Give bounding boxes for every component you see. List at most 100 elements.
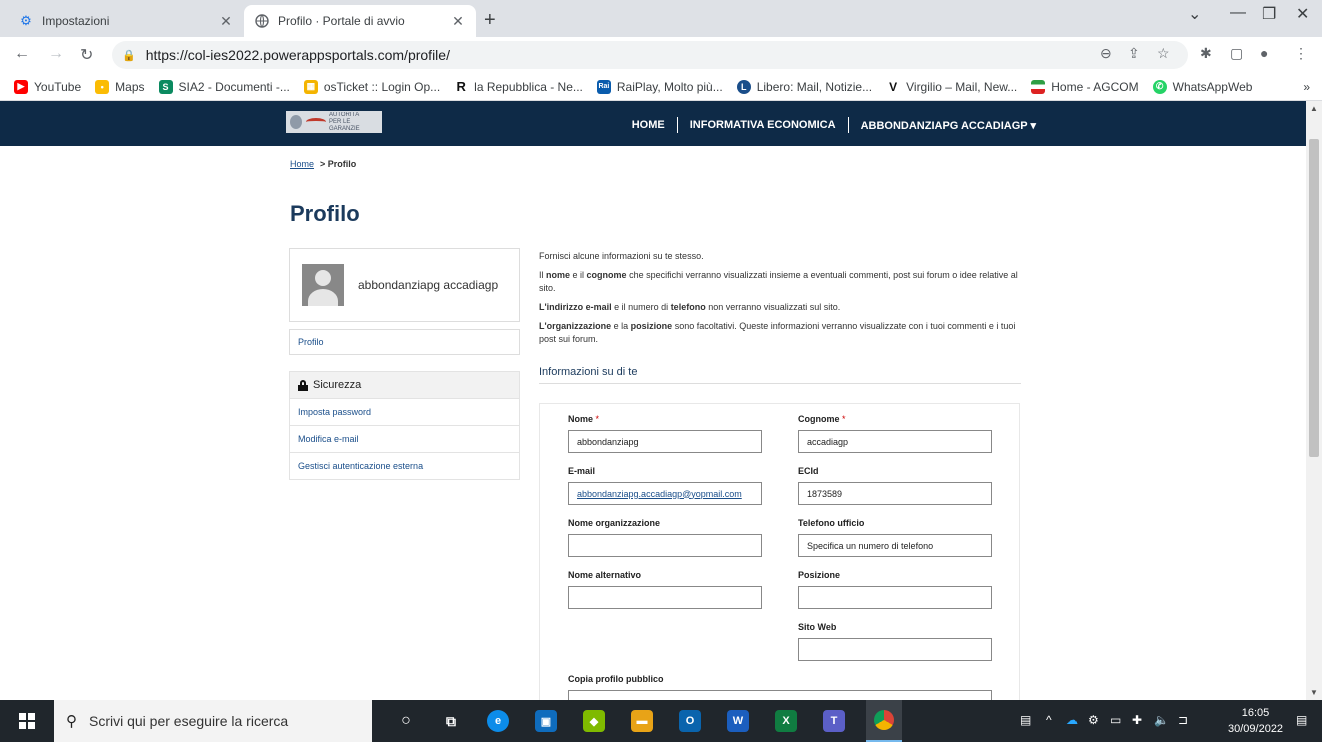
onedrive-icon[interactable]: ☁	[1066, 713, 1078, 727]
extensions-icon[interactable]: ✱	[1200, 45, 1212, 62]
menu-user-dropdown[interactable]: ABBONDANZIAPG ACCADIAGP ▾	[861, 119, 1036, 132]
tab-search-icon[interactable]: ⌄	[1188, 4, 1201, 24]
intro-line-4: L'organizzazione e la posizione sono fac…	[539, 321, 1016, 344]
new-tab-button[interactable]: +	[484, 9, 496, 32]
field-email: E-mail abbondanziapg.accadiagp@yopmail.c…	[568, 466, 762, 505]
site-navbar: AUTORITÀ PER LE GARANZIE NELLE COMUNICAZ…	[0, 101, 1306, 146]
whatsapp-icon: ✆	[1152, 79, 1167, 94]
file-explorer-icon[interactable]: ▬	[631, 710, 653, 732]
share-icon[interactable]: ⇪	[1128, 45, 1140, 62]
main-menu: HOME INFORMATIVA ECONOMICA ABBONDANZIAPG…	[632, 117, 1036, 133]
more-bookmarks-button[interactable]: »	[1303, 80, 1310, 94]
chrome-taskbar-button[interactable]	[866, 700, 902, 742]
sidebar-item-modifica-email[interactable]: Modifica e-mail	[289, 426, 520, 453]
zoom-icon[interactable]: ⊖	[1100, 45, 1112, 62]
reload-button[interactable]: ↻	[80, 45, 93, 65]
bookmarks-bar: ▶ YouTube • Maps S SIA2 - Documenti -... ▦ o…	[0, 73, 1322, 101]
maps-pin-icon: •	[95, 79, 110, 94]
sidebar-item-autenticazione-esterna[interactable]: Gestisci autenticazione esterna	[289, 453, 520, 480]
scrollbar-thumb[interactable]	[1309, 139, 1319, 457]
page-scrollbar[interactable]: ▲ ▼	[1306, 101, 1322, 700]
email-field[interactable]: abbondanziapg.accadiagp@yopmail.com	[568, 482, 762, 505]
nome-alternativo-input[interactable]	[568, 586, 762, 609]
organizzazione-input[interactable]	[568, 534, 762, 557]
bookmark-repubblica[interactable]: Rla Repubblica - Ne...	[454, 79, 583, 94]
news-icon[interactable]: ▤	[1020, 713, 1031, 727]
osticket-icon: ▦	[303, 79, 318, 94]
tray-chevron-icon[interactable]: ^	[1046, 713, 1052, 727]
minimize-button[interactable]: —	[1230, 4, 1246, 22]
bookmark-maps[interactable]: • Maps	[95, 79, 145, 94]
repubblica-icon: R	[454, 79, 469, 94]
teams-icon[interactable]: T	[823, 710, 845, 732]
edge-icon[interactable]: e	[487, 710, 509, 732]
bookmark-raiplay[interactable]: Rai RaiPlay, Molto più...	[596, 79, 723, 94]
sito-web-input[interactable]	[798, 638, 992, 661]
gear-icon: ⚙	[20, 13, 32, 28]
bookmark-whatsapp[interactable]: ✆ WhatsAppWeb	[1152, 79, 1252, 94]
tab-profilo[interactable]: Profilo · Portale di avvio ✕	[244, 5, 476, 37]
window-close-button[interactable]: ✕	[1296, 4, 1309, 24]
close-icon[interactable]: ✕	[450, 13, 466, 30]
menu-icon[interactable]: ⋮	[1294, 45, 1308, 62]
bookmark-star-icon[interactable]: ☆	[1157, 45, 1170, 62]
copia-profilo-input[interactable]	[568, 690, 992, 700]
outlook-icon[interactable]: O	[679, 710, 701, 732]
close-icon[interactable]: ✕	[218, 13, 234, 30]
field-nome-organizzazione: Nome organizzazione	[568, 518, 762, 557]
security-heading: Sicurezza	[289, 371, 520, 399]
taskbar-search[interactable]: ⚲ Scrivi qui per eseguire la ricerca	[54, 700, 372, 742]
bookmark-agcom[interactable]: Home - AGCOM	[1031, 79, 1139, 94]
sidebar-item-profilo[interactable]: Profilo	[289, 329, 520, 355]
nome-input[interactable]: abbondanziapg	[568, 430, 762, 453]
globe-icon	[254, 13, 270, 29]
restore-button[interactable]: ❐	[1262, 4, 1276, 24]
task-view-icon[interactable]: ⧉	[440, 710, 462, 732]
cognome-input[interactable]: accadiagp	[798, 430, 992, 453]
forward-button[interactable]: →	[48, 45, 64, 63]
intro-line-3: L'indirizzo e-mail e il numero di telefo…	[539, 302, 841, 312]
posizione-input[interactable]	[798, 586, 992, 609]
menu-divider	[676, 117, 678, 133]
teams-tray-icon[interactable]: ⚙	[1088, 713, 1099, 727]
network-icon[interactable]: ⊐	[1178, 713, 1188, 727]
windows-start-icon[interactable]	[19, 713, 35, 729]
tab-impostazioni[interactable]: ⚙ Impostazioni ✕	[8, 5, 244, 37]
word-icon[interactable]: W	[727, 710, 749, 732]
photos-icon[interactable]: ◆	[583, 710, 605, 732]
bookmark-virgilio[interactable]: V Virgilio – Mail, New...	[886, 79, 1017, 94]
battery-icon[interactable]: ▭	[1110, 713, 1121, 727]
store-icon[interactable]: ▣	[535, 710, 557, 732]
bookmark-osticket[interactable]: ▦ osTicket :: Login Op...	[303, 79, 440, 94]
agcom-logo[interactable]: AUTORITÀ PER LE GARANZIE NELLE COMUNICAZ…	[286, 111, 382, 133]
side-panel-icon[interactable]: ▢	[1230, 45, 1243, 62]
field-nome-alternativo: Nome alternativo	[568, 570, 762, 609]
bookmark-libero[interactable]: L Libero: Mail, Notizie...	[736, 79, 872, 94]
breadcrumb-current: > Profilo	[320, 159, 357, 169]
scroll-up-icon[interactable]: ▲	[1310, 104, 1318, 113]
sidebar-item-imposta-password[interactable]: Imposta password	[289, 399, 520, 426]
url-field[interactable]: 🔒 https://col-ies2022.powerappsportals.c…	[112, 41, 1188, 69]
field-ecid: ECId 1873589	[798, 466, 992, 505]
scroll-down-icon[interactable]: ▼	[1310, 688, 1318, 697]
ecid-input[interactable]: 1873589	[798, 482, 992, 505]
telefono-input[interactable]: Specifica un numero di telefono	[798, 534, 992, 557]
breadcrumb-home-link[interactable]: Home	[290, 159, 314, 169]
bookmark-sia2[interactable]: S SIA2 - Documenti -...	[158, 79, 290, 94]
back-button[interactable]: ←	[14, 45, 30, 63]
security-tray-icon[interactable]: ✚	[1132, 713, 1142, 727]
profile-icon[interactable]: ●	[1260, 45, 1268, 61]
taskbar-clock[interactable]: 16:05 30/09/2022	[1228, 705, 1283, 737]
volume-icon[interactable]: 🔈	[1154, 713, 1169, 727]
cortana-icon[interactable]: ○	[395, 710, 417, 732]
notifications-icon[interactable]: ▤	[1296, 713, 1307, 727]
intro-line-1: Fornisci alcune informazioni su te stess…	[539, 251, 704, 261]
excel-icon[interactable]: X	[775, 710, 797, 732]
windows-taskbar: ⚲ Scrivi qui per eseguire la ricerca ○ ⧉…	[0, 700, 1322, 742]
bookmark-youtube[interactable]: ▶ YouTube	[14, 79, 81, 94]
user-name: abbondanziapg accadiagp	[358, 278, 499, 292]
menu-home[interactable]: HOME	[632, 119, 665, 131]
libero-icon: L	[736, 79, 751, 94]
intro-line-2: Il nome e il cognome che specifichi verr…	[539, 270, 1018, 293]
menu-informativa-economica[interactable]: INFORMATIVA ECONOMICA	[690, 119, 836, 131]
